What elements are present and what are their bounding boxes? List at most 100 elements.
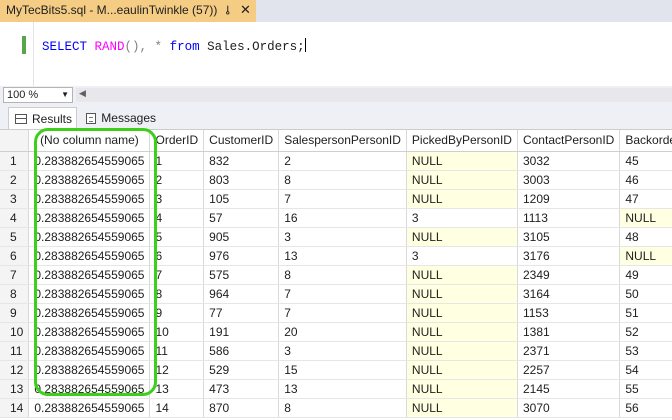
- table-row[interactable]: 1 0.283882654559065 1 832 2 NULL 3032 45: [0, 151, 672, 171]
- grid-cell[interactable]: 1153: [517, 303, 621, 323]
- grid-cell[interactable]: 3003: [517, 170, 621, 190]
- close-icon[interactable]: ✕: [240, 2, 251, 18]
- grid-cell[interactable]: 3: [406, 246, 518, 266]
- grid-cell[interactable]: 8: [149, 284, 205, 304]
- grid-cell[interactable]: 13: [149, 379, 205, 399]
- row-number[interactable]: 9: [0, 303, 30, 323]
- grid-cell[interactable]: 8: [278, 265, 407, 285]
- grid-cell[interactable]: 47: [619, 189, 672, 209]
- row-number[interactable]: 12: [0, 360, 30, 380]
- row-number[interactable]: 2: [0, 170, 30, 190]
- grid-cell[interactable]: 191: [203, 322, 280, 342]
- column-header[interactable]: OrderID: [149, 130, 205, 152]
- table-row[interactable]: 6 0.283882654559065 6 976 13 3 3176 NULL: [0, 246, 672, 266]
- grid-cell[interactable]: 11: [149, 341, 205, 361]
- grid-cell[interactable]: 473: [203, 379, 280, 399]
- grid-cell[interactable]: 3: [149, 189, 205, 209]
- grid-cell[interactable]: 870: [203, 398, 280, 418]
- column-header[interactable]: ContactPersonID: [517, 130, 621, 152]
- table-row[interactable]: 5 0.283882654559065 5 905 3 NULL 3105 48: [0, 227, 672, 247]
- table-row[interactable]: 9 0.283882654559065 9 77 7 NULL 1153 51: [0, 303, 672, 323]
- row-number[interactable]: 1: [0, 151, 30, 171]
- grid-cell[interactable]: 832: [203, 151, 280, 171]
- column-header[interactable]: SalespersonPersonID: [278, 130, 407, 152]
- grid-cell[interactable]: 12: [149, 360, 205, 380]
- grid-cell[interactable]: 0.283882654559065: [28, 379, 151, 399]
- row-number[interactable]: 13: [0, 379, 30, 399]
- grid-cell[interactable]: NULL: [406, 341, 518, 361]
- tab-results[interactable]: Results: [8, 107, 77, 129]
- grid-cell[interactable]: 3105: [517, 227, 621, 247]
- grid-cell[interactable]: 5: [149, 227, 205, 247]
- column-header[interactable]: BackorderOrd: [619, 130, 672, 152]
- grid-cell[interactable]: NULL: [406, 151, 518, 171]
- grid-cell[interactable]: 56: [619, 398, 672, 418]
- grid-cell[interactable]: 7: [278, 284, 407, 304]
- grid-cell[interactable]: 51: [619, 303, 672, 323]
- grid-cell[interactable]: 10: [149, 322, 205, 342]
- grid-cell[interactable]: 1113: [517, 208, 621, 228]
- grid-cell[interactable]: 1: [149, 151, 205, 171]
- row-number[interactable]: 4: [0, 208, 30, 228]
- grid-cell[interactable]: 45: [619, 151, 672, 171]
- grid-cell[interactable]: 16: [278, 208, 407, 228]
- table-row[interactable]: 3 0.283882654559065 3 105 7 NULL 1209 47: [0, 189, 672, 209]
- grid-cell[interactable]: 3032: [517, 151, 621, 171]
- table-row[interactable]: 10 0.283882654559065 10 191 20 NULL 1381 52: [0, 322, 672, 342]
- grid-cell[interactable]: 0.283882654559065: [28, 265, 151, 285]
- grid-cell[interactable]: 2257: [517, 360, 621, 380]
- query-text[interactable]: SELECT RAND(), * from Sales.Orders;: [42, 38, 306, 54]
- grid-cell[interactable]: 2145: [517, 379, 621, 399]
- grid-cell[interactable]: NULL: [406, 227, 518, 247]
- grid-cell[interactable]: 905: [203, 227, 280, 247]
- grid-cell[interactable]: 0.283882654559065: [28, 398, 151, 418]
- row-number[interactable]: 14: [0, 398, 30, 418]
- grid-cell[interactable]: 575: [203, 265, 280, 285]
- grid-cell[interactable]: 3070: [517, 398, 621, 418]
- grid-cell[interactable]: 0.283882654559065: [28, 170, 151, 190]
- grid-cell[interactable]: 2371: [517, 341, 621, 361]
- grid-cell[interactable]: 20: [278, 322, 407, 342]
- grid-cell[interactable]: 3176: [517, 246, 621, 266]
- grid-cell[interactable]: 529: [203, 360, 280, 380]
- query-editor[interactable]: SELECT RAND(), * from Sales.Orders;: [0, 22, 672, 86]
- grid-cell[interactable]: 7: [278, 189, 407, 209]
- grid-cell[interactable]: 1381: [517, 322, 621, 342]
- grid-cell[interactable]: NULL: [406, 303, 518, 323]
- grid-cell[interactable]: 48: [619, 227, 672, 247]
- grid-cell[interactable]: 0.283882654559065: [28, 227, 151, 247]
- grid-cell[interactable]: 0.283882654559065: [28, 341, 151, 361]
- pin-icon[interactable]: ⊸: [221, 5, 235, 15]
- column-header[interactable]: PickedByPersonID: [406, 130, 518, 152]
- scroll-left-icon[interactable]: ◀: [79, 88, 86, 99]
- grid-cell[interactable]: 9: [149, 303, 205, 323]
- grid-cell[interactable]: 964: [203, 284, 280, 304]
- zoom-select[interactable]: 100 % ▼: [3, 87, 73, 103]
- grid-cell[interactable]: 0.283882654559065: [28, 246, 151, 266]
- grid-cell[interactable]: 3: [406, 208, 518, 228]
- row-number[interactable]: 11: [0, 341, 30, 361]
- grid-cell[interactable]: 6: [149, 246, 205, 266]
- grid-cell[interactable]: 1209: [517, 189, 621, 209]
- tab-messages[interactable]: Messages: [80, 107, 156, 129]
- document-tab[interactable]: MyTecBits5.sql - M...eaulinTwinkle (57))…: [0, 0, 256, 22]
- row-number[interactable]: 5: [0, 227, 30, 247]
- grid-cell[interactable]: 2: [149, 170, 205, 190]
- table-row[interactable]: 11 0.283882654559065 11 586 3 NULL 2371 53: [0, 341, 672, 361]
- grid-cell[interactable]: NULL: [406, 170, 518, 190]
- grid-cell[interactable]: 8: [278, 170, 407, 190]
- grid-cell[interactable]: NULL: [406, 322, 518, 342]
- grid-cell[interactable]: 52: [619, 322, 672, 342]
- table-row[interactable]: 8 0.283882654559065 8 964 7 NULL 3164 50: [0, 284, 672, 304]
- table-row[interactable]: 2 0.283882654559065 2 803 8 NULL 3003 46: [0, 170, 672, 190]
- grid-cell[interactable]: 4: [149, 208, 205, 228]
- grid-cell[interactable]: 0.283882654559065: [28, 322, 151, 342]
- column-header[interactable]: CustomerID: [203, 130, 280, 152]
- grid-cell[interactable]: 54: [619, 360, 672, 380]
- column-header[interactable]: (No column name): [28, 130, 151, 152]
- grid-cell[interactable]: NULL: [406, 284, 518, 304]
- grid-cell[interactable]: 15: [278, 360, 407, 380]
- grid-cell[interactable]: 50: [619, 284, 672, 304]
- grid-cell[interactable]: 3164: [517, 284, 621, 304]
- grid-cell[interactable]: 0.283882654559065: [28, 189, 151, 209]
